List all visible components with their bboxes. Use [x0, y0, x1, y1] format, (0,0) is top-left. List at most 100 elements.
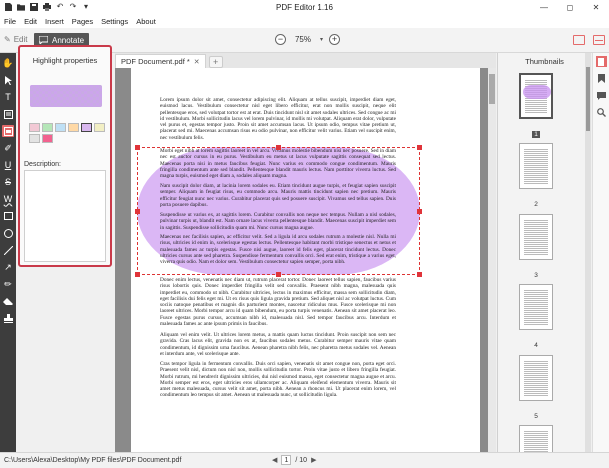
text-tool-icon[interactable]: T — [2, 91, 14, 103]
thumbnail-number: 3 — [534, 272, 538, 279]
thumbnail-page-6[interactable] — [519, 425, 553, 452]
resize-handle[interactable] — [135, 209, 140, 214]
menu-file[interactable]: File — [4, 17, 16, 26]
color-swatch[interactable] — [94, 123, 105, 132]
resize-handle[interactable] — [135, 272, 140, 277]
selection-box[interactable] — [137, 147, 420, 275]
hand-tool-icon[interactable]: ✋ — [2, 57, 14, 69]
save-icon[interactable] — [30, 3, 38, 11]
add-tab-button[interactable]: + — [208, 56, 223, 68]
rectangle-tool-icon[interactable] — [2, 210, 14, 222]
zoom-out-button[interactable]: − — [275, 34, 286, 45]
thumbnail-number: 2 — [534, 201, 538, 208]
color-swatch[interactable] — [29, 134, 40, 143]
file-path: C:\Users\Alexa\Desktop\My PDF files\PDF … — [4, 457, 182, 464]
menu-settings[interactable]: Settings — [101, 17, 128, 26]
menu-about[interactable]: About — [136, 17, 156, 26]
highlight-tool-icon[interactable] — [2, 125, 14, 137]
color-swatch[interactable] — [42, 134, 53, 143]
single-page-view-icon[interactable] — [573, 35, 585, 45]
close-button[interactable]: ✕ — [583, 0, 609, 14]
chevron-down-icon[interactable]: ▾ — [320, 36, 323, 43]
fit-width-view-icon[interactable] — [593, 35, 605, 45]
ellipse-tool-icon[interactable] — [2, 227, 14, 239]
note-tool-icon[interactable] — [2, 108, 14, 120]
color-swatches — [29, 123, 105, 143]
window-title: PDF Editor 1.16 — [276, 2, 333, 12]
menu-insert[interactable]: Insert — [45, 17, 64, 26]
pdf-page[interactable]: Lorem ipsum dolor sit amet, consectetur … — [131, 68, 480, 452]
resize-handle[interactable] — [417, 209, 422, 214]
menu-pages[interactable]: Pages — [72, 17, 93, 26]
thumbnail-page-2[interactable] — [519, 143, 553, 189]
edit-mode-label: Edit — [13, 35, 28, 44]
resize-handle[interactable] — [417, 145, 422, 150]
resize-handle[interactable] — [276, 272, 281, 277]
pen-tool-icon[interactable]: ✏ — [2, 278, 14, 290]
chevron-down-icon[interactable]: ▾ — [82, 3, 90, 11]
color-swatch[interactable] — [29, 123, 40, 132]
thumbnail-page-3[interactable] — [519, 214, 553, 260]
color-swatch[interactable] — [68, 123, 79, 132]
scrollbar-thumb[interactable] — [489, 74, 495, 104]
color-swatch[interactable] — [42, 123, 53, 132]
open-folder-icon[interactable] — [17, 3, 25, 11]
scrollbar-thumb[interactable] — [586, 67, 590, 131]
vertical-scrollbar[interactable] — [488, 68, 496, 452]
arrow-tool-icon[interactable]: ↗ — [2, 261, 14, 273]
comments-icon[interactable] — [596, 90, 607, 101]
highlight-properties-panel: Highlight properties Description: — [18, 45, 112, 267]
edit-mode-button[interactable]: ✎ Edit — [4, 35, 28, 44]
underline-tool-icon[interactable]: U — [2, 159, 14, 171]
thumbnail-number: 1 — [532, 131, 540, 138]
tab-pdf-document[interactable]: PDF Document.pdf * ✕ — [115, 54, 206, 68]
zoom-level[interactable]: 75% — [292, 35, 314, 44]
thumbnail-page-5[interactable] — [519, 355, 553, 401]
annotate-mode-label: Annotate — [52, 36, 85, 45]
strikethrough-tool-icon[interactable]: S — [2, 176, 14, 188]
menu-edit[interactable]: Edit — [24, 17, 37, 26]
resize-handle[interactable] — [276, 145, 281, 150]
color-swatch[interactable] — [81, 123, 92, 132]
thumbnail-number: 4 — [534, 342, 538, 349]
resize-handle[interactable] — [135, 145, 140, 150]
menu-bar: File Edit Insert Pages Settings About — [0, 14, 609, 28]
thumbnails-panel-icon[interactable] — [595, 56, 607, 67]
next-page-button[interactable]: ▶ — [311, 456, 316, 464]
previous-page-button[interactable]: ◀ — [272, 456, 277, 464]
tab-label: PDF Document.pdf * — [121, 57, 190, 66]
thumbnail-page-1[interactable] — [519, 73, 553, 119]
new-file-icon[interactable] — [4, 3, 12, 11]
paragraph: Lorem ipsum dolor sit amet, consectetur … — [160, 97, 396, 141]
eraser-tool-icon[interactable] — [2, 295, 14, 307]
minimize-button[interactable]: — — [531, 0, 557, 14]
thumbnails-scrollbar[interactable] — [585, 53, 591, 452]
thumbnails-panel: Thumbnails 1 2 3 4 5 — [497, 53, 591, 452]
description-input[interactable] — [24, 170, 106, 262]
thumbnail-number: 5 — [534, 413, 538, 420]
select-arrow-icon[interactable] — [2, 74, 14, 86]
bookmark-icon[interactable] — [596, 73, 607, 84]
search-icon[interactable] — [596, 107, 607, 118]
undo-icon[interactable]: ↶ — [56, 3, 64, 11]
color-swatch[interactable] — [55, 123, 66, 132]
paragraph: Donec enim lectus, venenatis nec diam ut… — [160, 277, 396, 328]
marker-tool-icon[interactable]: ✐ — [2, 142, 14, 154]
redo-icon[interactable]: ↷ — [69, 3, 77, 11]
close-icon[interactable]: ✕ — [194, 58, 200, 66]
line-tool-icon[interactable] — [2, 244, 14, 256]
comment-icon — [38, 35, 49, 46]
thumbnail-page-4[interactable] — [519, 284, 553, 330]
total-pages: / 10 — [295, 456, 308, 464]
resize-handle[interactable] — [417, 272, 422, 277]
paragraph: Cras tempor ligula in fermentum convalli… — [160, 361, 396, 399]
zoom-in-button[interactable]: + — [329, 34, 341, 45]
current-page-input[interactable]: 1 — [281, 455, 292, 465]
print-icon[interactable] — [43, 3, 51, 11]
panel-title: Highlight properties — [32, 56, 98, 65]
stamp-tool-icon[interactable] — [2, 312, 14, 324]
zoom-controls: − 75% ▾ + — [275, 34, 341, 45]
squiggly-tool-icon[interactable]: W — [2, 193, 14, 205]
maximize-button[interactable]: ◻ — [557, 0, 583, 14]
document-canvas[interactable]: Lorem ipsum dolor sit amet, consectetur … — [115, 68, 496, 452]
